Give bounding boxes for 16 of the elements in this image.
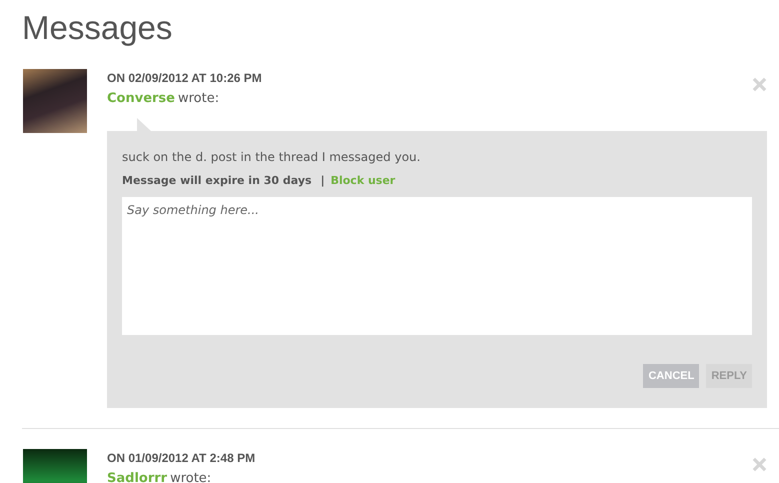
expiry-note: Message will expire in 30 days	[122, 174, 312, 187]
avatar-photo-placeholder	[23, 69, 87, 133]
cancel-button[interactable]: CANCEL	[643, 364, 700, 388]
separator: |	[320, 174, 325, 187]
block-user-link[interactable]: Block user	[330, 174, 396, 187]
message-date: ON 02/09/2012 AT 10:26 PM	[107, 71, 262, 85]
wrote-label: wrote:	[170, 471, 212, 483]
message-date: ON 01/09/2012 AT 2:48 PM	[107, 451, 256, 465]
author-link[interactable]: Converse	[107, 91, 175, 106]
author-link[interactable]: Sadlorrr	[107, 471, 168, 483]
reply-input-field[interactable]: Say something here...	[122, 197, 752, 335]
message-text: suck on the d. post in the thread I messaged you.	[122, 150, 422, 164]
close-icon[interactable]	[752, 77, 767, 92]
page-title: Messages	[22, 8, 174, 48]
wrote-label: wrote:	[178, 91, 220, 106]
close-icon[interactable]	[752, 457, 767, 472]
